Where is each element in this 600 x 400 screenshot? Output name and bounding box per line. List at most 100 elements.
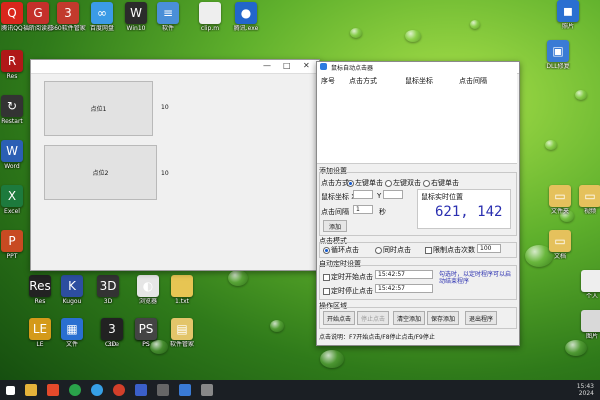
minimize-button[interactable]: — [263, 61, 271, 70]
desktop-shortcut[interactable]: W Word [0, 140, 32, 170]
loop-click-radio[interactable]: 循环点击 [323, 245, 359, 255]
desktop-shortcut-label: 文件 [65, 341, 78, 348]
clock-date: 2024 [578, 390, 594, 397]
start-time-input[interactable]: 15:42:57 [375, 270, 433, 279]
desktop-shortcut[interactable]: R Res [0, 50, 32, 80]
desktop-shortcut[interactable]: ◼ 照片 [548, 0, 588, 30]
app-icon[interactable] [135, 384, 147, 396]
stop-time-input[interactable]: 15:42:57 [375, 284, 433, 293]
clock[interactable]: 15:43 2024 [577, 383, 594, 397]
file-explorer-icon[interactable] [25, 384, 37, 396]
title-bar[interactable]: — □ ✕ [31, 60, 319, 74]
water-drop [565, 340, 587, 356]
add-button[interactable]: 添加 [323, 220, 347, 232]
count-input[interactable]: 100 [477, 244, 501, 253]
start-timer-checkbox[interactable]: 定时开始点击 [323, 272, 373, 282]
desktop-shortcut[interactable]: ● 腾讯.exe [226, 2, 266, 32]
3dmax-icon: 3 [101, 318, 123, 340]
start-button[interactable]: 开始点击 [323, 311, 355, 325]
photo-icon: ◼ [557, 0, 579, 22]
taskbar[interactable]: 15:43 2024 [0, 380, 600, 400]
desktop-shortcut[interactable]: ↻ Restart [0, 95, 32, 125]
chrome-icon[interactable] [69, 384, 81, 396]
desktop-shortcut[interactable]: 图片 [572, 310, 600, 340]
edge-icon[interactable] [91, 384, 103, 396]
coord-x-input[interactable] [353, 190, 373, 199]
desktop-shortcut[interactable]: ▭ 视频 [570, 185, 600, 215]
water-drop [545, 140, 557, 150]
excel-icon: X [1, 185, 23, 207]
point1-count: 10 [161, 104, 169, 111]
save-button[interactable]: 保存添加 [427, 311, 459, 325]
desktop-shortcut[interactable]: ▦ 文件 [52, 318, 92, 348]
stop-button[interactable]: 停止点击 [357, 311, 389, 325]
point-preview-window[interactable]: — □ ✕ 点位1 10 点位2 10 [30, 59, 320, 271]
col-header-index[interactable]: 序号 [321, 76, 335, 86]
desktop-shortcut-label: DLL修复 [546, 63, 570, 70]
exit-button[interactable]: 退出程序 [465, 311, 497, 325]
desktop-shortcut[interactable]: ◐ 浏览器 [128, 275, 168, 305]
3d-icon: 3D [97, 275, 119, 297]
simultaneous-click-radio[interactable]: 同时点击 [375, 245, 411, 255]
app2-icon[interactable] [157, 384, 169, 396]
water-drop [270, 320, 284, 332]
desktop-shortcut[interactable]: PS PS [126, 318, 166, 348]
res2-icon: Res [29, 275, 51, 297]
coord-y-label: Y [377, 192, 382, 200]
timer-hint: 勾选时，以定时程序可以启动结束程序 [439, 271, 512, 285]
stop-timer-checkbox[interactable]: 定时停止点击 [323, 286, 373, 296]
desktop-shortcut-label: PPT [6, 253, 18, 260]
click-point-list[interactable] [317, 73, 517, 164]
desktop-shortcut[interactable]: ▤ 软件管家 [162, 318, 202, 348]
interval-input[interactable]: 1 [353, 205, 373, 214]
desktop-shortcut[interactable]: X Excel [0, 185, 32, 215]
col-header-coord[interactable]: 鼠标坐标 [405, 76, 433, 86]
limit-count-checkbox[interactable]: 限制点击次数 [425, 245, 475, 255]
desktop-shortcut-label: Res [6, 73, 18, 80]
doc-icon: ▭ [549, 230, 571, 252]
desktop-shortcut-label: 3D [103, 298, 113, 305]
window-icon: W [125, 2, 147, 24]
water-drop [470, 20, 480, 29]
desktop-shortcut-label: 腾讯.exe [233, 25, 259, 32]
browser-icon[interactable] [47, 384, 59, 396]
desktop-shortcut[interactable]: K Kugou [52, 275, 92, 305]
water-drop [228, 270, 248, 286]
desktop-shortcut-label: Restart [1, 118, 23, 125]
clock-time: 15:43 [576, 383, 594, 390]
picture-icon [581, 310, 600, 332]
close-button[interactable]: ✕ [303, 61, 310, 70]
maximize-button[interactable]: □ [283, 61, 291, 70]
mode-right-click[interactable]: 右键单击 [423, 178, 459, 188]
desktop-shortcut-label: 视频 [583, 208, 596, 215]
desktop-shortcut[interactable]: ≡ 软件 [148, 2, 188, 32]
desktop-shortcut[interactable]: 1.txt [162, 275, 202, 305]
mode-double-click[interactable]: 左键双击 [385, 178, 421, 188]
hotkey-footer: 点击说明：F7开始点击/F8停止点击/F9停止 [319, 334, 435, 341]
app-icon [320, 63, 327, 70]
col-header-mode[interactable]: 点击方式 [349, 76, 377, 86]
cloud-disk-icon: ∞ [91, 2, 113, 24]
media-icon[interactable] [113, 384, 125, 396]
point1-button[interactable]: 点位1 [44, 81, 153, 136]
clear-button[interactable]: 清空添加 [393, 311, 425, 325]
point2-button[interactable]: 点位2 [44, 145, 157, 200]
desktop-shortcut[interactable]: 个人 [572, 270, 600, 300]
coord-y-input[interactable] [383, 190, 403, 199]
desktop-shortcut[interactable]: ▣ DLL修复 [538, 40, 578, 70]
file-icon [199, 2, 221, 24]
mode-left-click[interactable]: 左键单击 [347, 178, 383, 188]
start-icon[interactable] [6, 385, 15, 395]
app3-icon[interactable] [201, 384, 213, 396]
desktop-shortcut-label: 文档 [553, 253, 566, 260]
video-icon: ▭ [579, 185, 600, 207]
desktop-shortcut[interactable]: P PPT [0, 230, 32, 260]
auto-clicker-taskbar-icon[interactable] [179, 384, 191, 396]
desktop-shortcut[interactable]: clip.m [190, 2, 230, 32]
col-header-interval[interactable]: 点击间隔 [459, 76, 487, 86]
auto-clicker-window[interactable]: 鼠标自动点击器 序号 点击方式 鼠标坐标 点击间隔 添加设置 点击方式 左键单击… [316, 61, 520, 346]
click-mode-label: 点击方式 [321, 179, 349, 187]
desktop-shortcut[interactable]: ▭ 文档 [540, 230, 580, 260]
water-drop [350, 28, 362, 38]
desktop-shortcut[interactable]: 3D 3D [88, 275, 128, 305]
